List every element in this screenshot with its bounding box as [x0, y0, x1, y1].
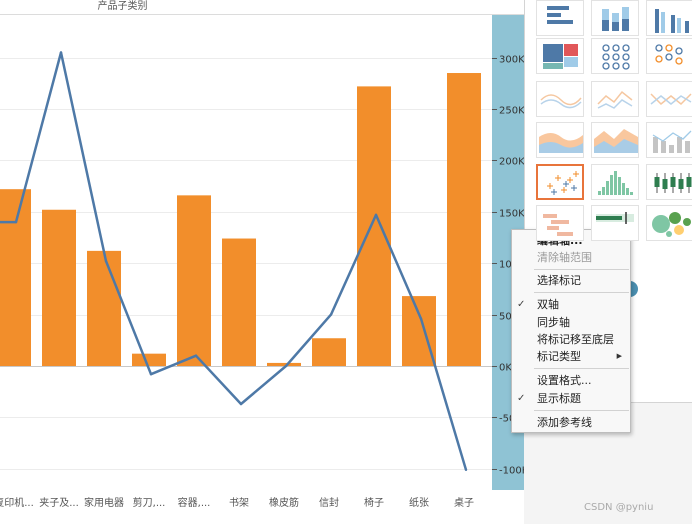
menu-item-dual-axis[interactable]: ✓ 双轴	[512, 296, 630, 313]
line-point	[59, 51, 63, 54]
bar-mark	[312, 338, 346, 366]
chart-type-text-table[interactable]	[536, 0, 584, 36]
box-and-whisker-icon	[654, 173, 692, 193]
chart-type-stacked-bar[interactable]	[591, 0, 639, 36]
chart-type-area-continuous[interactable]	[536, 122, 584, 158]
check-icon: ✓	[517, 393, 526, 404]
dual-combination-icon	[652, 130, 692, 153]
bar-mark	[132, 353, 166, 366]
bar-mark	[267, 362, 301, 366]
chart-type-packed-bubbles[interactable]	[646, 205, 692, 241]
menu-separator	[534, 269, 629, 270]
treemap-icon	[543, 44, 578, 69]
category-label: 信封	[319, 496, 339, 509]
line-point	[239, 402, 243, 406]
chart-type-histogram[interactable]	[591, 164, 639, 200]
menu-separator	[534, 292, 629, 293]
bar-mark	[0, 189, 31, 366]
gantt-icon	[543, 214, 573, 236]
line-point	[464, 468, 468, 472]
chart-type-bullet-graph[interactable]	[591, 205, 639, 241]
side-by-side-bars-icon	[655, 9, 689, 33]
axis-tick-label: 300K	[499, 55, 524, 66]
chart-type-dual-lines[interactable]	[646, 81, 692, 117]
menu-separator	[534, 368, 629, 369]
bar-mark	[87, 250, 121, 366]
chart-type-lines-continuous[interactable]	[536, 81, 584, 117]
text-table-icon	[547, 6, 573, 24]
menu-item-select-marks[interactable]: 选择标记	[512, 272, 630, 289]
category-label: 家用电器	[84, 496, 124, 509]
category-label: 书架	[229, 497, 249, 509]
menu-item-format[interactable]: 设置格式...	[512, 372, 630, 389]
chart-type-side-by-side-bars[interactable]	[646, 0, 692, 36]
bullet-graph-icon	[596, 212, 634, 224]
category-label: 复印机...	[0, 496, 34, 509]
menu-item-clear-axis-range[interactable]: 清除轴范围	[512, 249, 630, 266]
line-point	[104, 259, 108, 263]
chart-type-area-discrete[interactable]	[591, 122, 639, 158]
packed-bubbles-icon	[652, 212, 691, 237]
area-continuous-icon	[539, 133, 583, 153]
bar-mark	[42, 209, 76, 366]
chart-type-box-and-whisker[interactable]	[646, 164, 692, 200]
menu-separator	[534, 410, 629, 411]
bar-mark	[177, 195, 211, 366]
chart-type-scatter-plot[interactable]	[536, 164, 584, 200]
axis-context-menu: 编辑轴... 清除轴范围 选择标记 ✓双轴 同步轴 将标记移至底层 标记类型▶ …	[511, 229, 631, 433]
axis-tick-label: -100K	[499, 466, 524, 477]
chart-type-lines-discrete[interactable]	[591, 81, 639, 117]
line-point	[14, 220, 18, 224]
axis-tick-label: 200K	[499, 157, 524, 168]
axis-tick-label: 250K	[499, 106, 524, 117]
lines-continuous-icon	[540, 94, 582, 109]
line-point	[149, 373, 153, 376]
scatter-plot-icon	[547, 171, 579, 195]
watermark: CSDN @pyniu	[584, 502, 654, 513]
line-point	[194, 354, 198, 357]
category-label: 椅子	[364, 496, 384, 509]
menu-item-mark-type[interactable]: 标记类型 ▶	[512, 348, 630, 365]
tableau-worksheet: 产品子类别 300K250K200K150K100K50K0K-50K-100K…	[0, 0, 692, 524]
chart-type-gantt[interactable]	[536, 205, 584, 241]
axis-tick-label: 150K	[499, 209, 524, 220]
side-by-side-circles-icon	[655, 44, 683, 65]
area-discrete-icon	[594, 129, 638, 153]
category-label: 容器,...	[178, 496, 211, 509]
menu-item-show-header[interactable]: ✓ 显示标题	[512, 390, 630, 407]
line-point	[374, 213, 378, 217]
chart-type-circle-views[interactable]	[591, 38, 639, 74]
category-label: 夹子及...	[39, 496, 79, 509]
lines-discrete-icon	[597, 90, 633, 109]
bar-mark	[222, 238, 256, 366]
dual-lines-icon	[650, 93, 692, 106]
line-point	[284, 364, 288, 368]
category-label: 剪刀,...	[133, 496, 166, 509]
chart-type-side-by-side-circles[interactable]	[646, 38, 692, 74]
menu-item-add-reference-line[interactable]: 添加参考线	[512, 414, 630, 431]
line-point	[419, 317, 423, 320]
circle-views-icon	[602, 44, 630, 70]
dual-axis-chart: 300K250K200K150K100K50K0K-50K-100K复印机...…	[0, 14, 524, 509]
line-point	[329, 313, 333, 316]
bar-mark	[447, 73, 481, 367]
menu-item-move-marks-to-back[interactable]: 将标记移至底层	[512, 331, 630, 348]
menu-item-synchronize-axis[interactable]: 同步轴	[512, 314, 630, 331]
category-label: 纸张	[409, 496, 429, 509]
check-icon: ✓	[517, 299, 526, 310]
bar-mark	[357, 86, 391, 366]
category-label: 橡皮筋	[269, 496, 299, 509]
stacked-bar-icon	[602, 7, 629, 31]
chart-type-treemap[interactable]	[536, 38, 584, 74]
chart-type-dual-combination[interactable]	[646, 122, 692, 158]
category-label: 桌子	[454, 496, 474, 509]
histogram-icon	[598, 171, 633, 195]
submenu-arrow-icon: ▶	[616, 352, 622, 360]
